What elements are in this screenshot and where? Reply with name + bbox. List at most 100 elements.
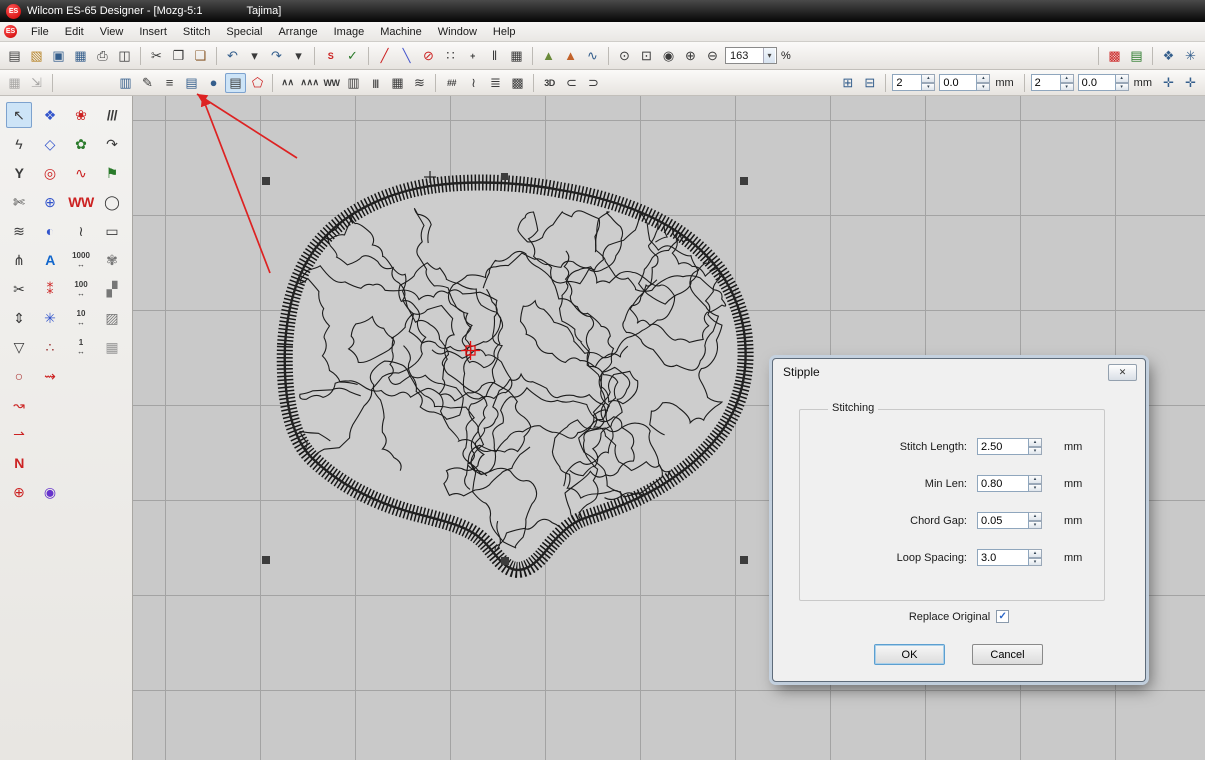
lettering-tool-icon[interactable]: A bbox=[37, 247, 63, 273]
document-icon[interactable]: ES bbox=[4, 25, 17, 38]
warp-icon[interactable]: ⊂ bbox=[561, 73, 582, 93]
redo-icon[interactable]: ↷ bbox=[266, 46, 287, 66]
spin-up-icon[interactable]: ▴ bbox=[1029, 549, 1042, 558]
menu-help[interactable]: Help bbox=[485, 25, 524, 39]
measure-tool-icon[interactable]: ⇕ bbox=[6, 305, 32, 331]
spin-down-icon[interactable]: ▾ bbox=[1116, 83, 1129, 92]
shape-oval-icon[interactable]: ◇ bbox=[37, 131, 63, 157]
column-tool-icon[interactable]: WW bbox=[68, 189, 94, 215]
overlap-red-icon[interactable]: ▩ bbox=[1104, 46, 1125, 66]
preset-1000-icon[interactable]: 1000↔ bbox=[68, 247, 94, 273]
design-view-icon[interactable]: ▥ bbox=[115, 73, 136, 93]
ok-button[interactable]: OK bbox=[874, 644, 945, 665]
copy-icon[interactable]: ❐ bbox=[168, 46, 189, 66]
title-bar[interactable]: ES Wilcom ES-65 Designer - [Mozg-5:1 Taj… bbox=[0, 0, 1205, 22]
flower-fill-icon[interactable]: ❀ bbox=[68, 102, 94, 128]
spin-down-icon[interactable]: ▾ bbox=[1029, 484, 1042, 493]
branch-tool-icon[interactable]: ⋔ bbox=[6, 247, 32, 273]
grid-snap-icon[interactable]: ⊞ bbox=[837, 73, 858, 93]
freehand-tool-icon[interactable]: ϟ bbox=[6, 131, 32, 157]
menu-special[interactable]: Special bbox=[218, 25, 270, 39]
paste-icon[interactable]: ❏ bbox=[190, 46, 211, 66]
menu-machine[interactable]: Machine bbox=[372, 25, 430, 39]
object-properties-icon[interactable]: ❖ bbox=[1158, 46, 1179, 66]
pan-move-alt-icon[interactable]: ✛ bbox=[1180, 73, 1201, 93]
show-rulers-icon[interactable]: ⇲ bbox=[26, 73, 47, 93]
triangle-up-green-icon[interactable]: ▲ bbox=[538, 46, 559, 66]
three-d-icon[interactable]: 3D bbox=[539, 73, 560, 93]
run-red-icon[interactable]: ∿ bbox=[68, 160, 94, 186]
contour-icon[interactable]: ≣ bbox=[485, 73, 506, 93]
ellipse-tool-icon[interactable]: ◯ bbox=[99, 189, 125, 215]
loop-spacing-input[interactable] bbox=[977, 549, 1029, 566]
grid-size-input[interactable] bbox=[939, 74, 977, 91]
stitch-n-icon[interactable]: N bbox=[6, 450, 32, 476]
spin-down-icon[interactable]: ▾ bbox=[922, 83, 935, 92]
spin-down-icon[interactable]: ▾ bbox=[1029, 521, 1042, 530]
spin-up-icon[interactable]: ▴ bbox=[1029, 512, 1042, 521]
save-all-icon[interactable]: ▦ bbox=[70, 46, 91, 66]
no-stitch-icon[interactable]: ⊘ bbox=[418, 46, 439, 66]
stipple-icon[interactable]: ▤ bbox=[225, 73, 246, 93]
grid-major-input[interactable] bbox=[892, 74, 922, 91]
menu-window[interactable]: Window bbox=[430, 25, 485, 39]
loop-spacing-stepper[interactable]: ▴▾ bbox=[977, 549, 1042, 566]
stamp-tool-icon[interactable]: ⊕ bbox=[37, 189, 63, 215]
spin-down-icon[interactable]: ▾ bbox=[977, 83, 990, 92]
print-preview-icon[interactable]: ◫ bbox=[114, 46, 135, 66]
ring-tool-icon[interactable]: ○ bbox=[6, 363, 32, 389]
spin-up-icon[interactable]: ▴ bbox=[1061, 74, 1074, 83]
grid-show-icon[interactable]: ⊟ bbox=[859, 73, 880, 93]
hatch-tool-icon[interactable]: /// bbox=[99, 102, 125, 128]
curve-tool-icon[interactable]: ↷ bbox=[99, 131, 125, 157]
wand-tool-icon[interactable]: Y bbox=[6, 160, 32, 186]
funnel-tool-icon[interactable]: ▽ bbox=[6, 334, 32, 360]
target-tool-icon[interactable]: ◎ bbox=[37, 160, 63, 186]
chord-gap-input[interactable] bbox=[977, 512, 1029, 529]
preset-100-icon[interactable]: 100↔ bbox=[68, 276, 94, 302]
show-grid-icon[interactable]: ▦ bbox=[4, 73, 25, 93]
menu-file[interactable]: File bbox=[23, 25, 57, 39]
save-icon[interactable]: ▣ bbox=[48, 46, 69, 66]
satin-icon[interactable]: WW bbox=[321, 73, 342, 93]
flower-green-icon[interactable]: ✿ bbox=[68, 131, 94, 157]
globe-tool-icon[interactable]: ◐ bbox=[37, 218, 63, 244]
pair-tool-icon[interactable]: ⁑ bbox=[37, 276, 63, 302]
circle-plus-icon[interactable]: ⊕ bbox=[6, 479, 32, 505]
cut-icon[interactable]: ✂ bbox=[146, 46, 167, 66]
penetration-slash-icon[interactable]: ╱ bbox=[374, 46, 395, 66]
stitch-arrow-3-icon[interactable]: ⇀ bbox=[6, 421, 32, 447]
pencil-edit-icon[interactable]: ✎ bbox=[137, 73, 158, 93]
stipple-run-icon[interactable]: ≀ bbox=[463, 73, 484, 93]
grid-major-stepper[interactable]: ▴▾ bbox=[892, 74, 935, 91]
rectangle-tool-icon[interactable]: ▭ bbox=[99, 218, 125, 244]
guide-major-stepper[interactable]: ▴▾ bbox=[1031, 74, 1074, 91]
select-tool-icon[interactable]: ↖ bbox=[6, 102, 32, 128]
spin-up-icon[interactable]: ▴ bbox=[1116, 74, 1129, 83]
guide-size-stepper[interactable]: ▴▾ bbox=[1078, 74, 1129, 91]
cross-marker-icon[interactable]: + bbox=[462, 46, 483, 66]
new-document-icon[interactable]: ▤ bbox=[4, 46, 25, 66]
guide-major-input[interactable] bbox=[1031, 74, 1061, 91]
min-len-input[interactable] bbox=[977, 475, 1029, 492]
triangle-up-orange-icon[interactable]: ▲ bbox=[560, 46, 581, 66]
menu-edit[interactable]: Edit bbox=[57, 25, 92, 39]
triple-run-icon[interactable]: ∧∧∧ bbox=[299, 73, 320, 93]
fur-fill-icon[interactable]: ▩ bbox=[507, 73, 528, 93]
cross-stitch-icon[interactable]: ## bbox=[441, 73, 462, 93]
cancel-button[interactable]: Cancel bbox=[972, 644, 1043, 665]
chevron-down-icon[interactable]: ▾ bbox=[763, 48, 775, 63]
spin-up-icon[interactable]: ▴ bbox=[1029, 438, 1042, 447]
wave-icon[interactable]: ∿ bbox=[582, 46, 603, 66]
undo-icon[interactable]: ↶ bbox=[222, 46, 243, 66]
replace-original-checkbox[interactable] bbox=[996, 610, 1009, 623]
stitch-length-stepper[interactable]: ▴▾ bbox=[977, 438, 1042, 455]
monogram-check-icon[interactable]: ✓ bbox=[342, 46, 363, 66]
spin-down-icon[interactable]: ▾ bbox=[1029, 447, 1042, 456]
motif-run-icon[interactable]: ≀ bbox=[68, 218, 94, 244]
zoom-out-icon[interactable]: ⊖ bbox=[702, 46, 723, 66]
menu-insert[interactable]: Insert bbox=[131, 25, 175, 39]
spin-up-icon[interactable]: ▴ bbox=[1029, 475, 1042, 484]
open-file-icon[interactable]: ▧ bbox=[26, 46, 47, 66]
fur-tool-icon[interactable]: ✾ bbox=[99, 247, 125, 273]
